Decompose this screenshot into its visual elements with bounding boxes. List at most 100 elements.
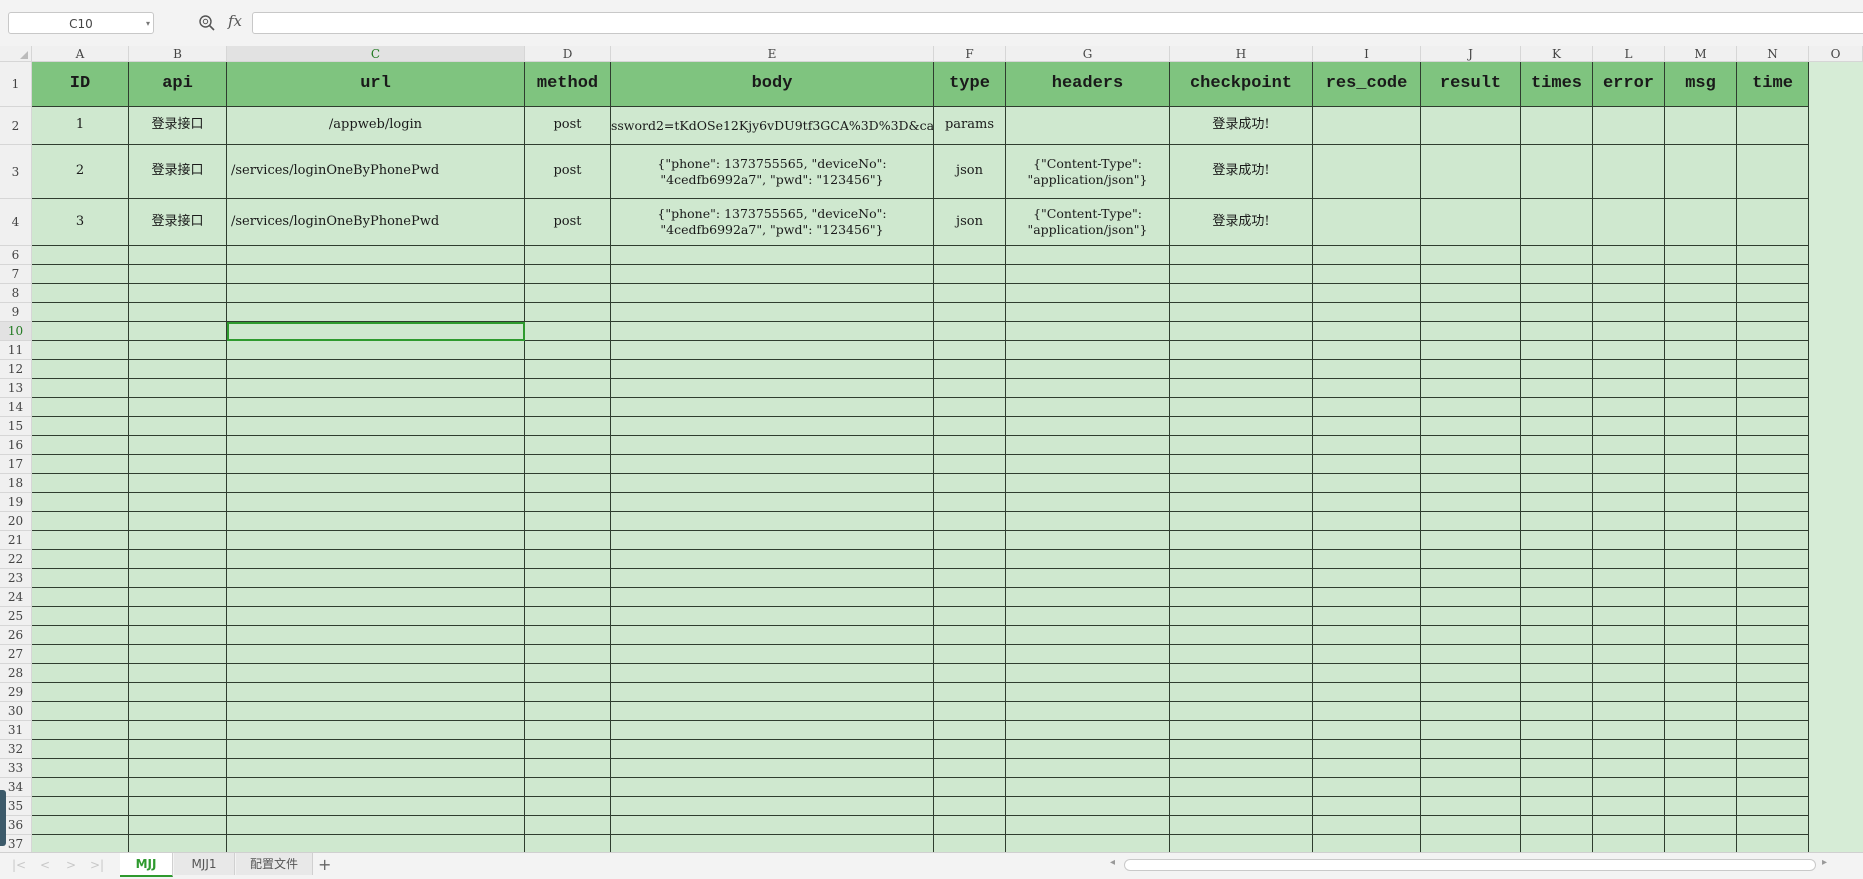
table-cell[interactable] — [1170, 740, 1313, 759]
table-cell[interactable]: json — [934, 145, 1006, 199]
table-cell[interactable] — [129, 379, 227, 398]
table-cell[interactable] — [1665, 759, 1737, 778]
table-cell[interactable] — [1665, 303, 1737, 322]
table-cell[interactable] — [1421, 588, 1521, 607]
table-cell[interactable] — [934, 569, 1006, 588]
table-cell[interactable] — [1593, 417, 1665, 436]
table-cell[interactable] — [1521, 588, 1593, 607]
table-cell[interactable] — [611, 550, 934, 569]
table-cell[interactable] — [1170, 265, 1313, 284]
table-cell[interactable] — [32, 417, 129, 436]
row-header-22[interactable]: 22 — [0, 550, 32, 569]
table-cell[interactable] — [611, 398, 934, 417]
column-title-result[interactable]: result — [1421, 62, 1521, 107]
table-cell[interactable] — [1737, 398, 1809, 417]
table-cell[interactable] — [611, 778, 934, 797]
table-cell[interactable] — [227, 246, 525, 265]
table-cell[interactable] — [1593, 398, 1665, 417]
table-cell[interactable] — [1421, 759, 1521, 778]
table-cell[interactable] — [32, 626, 129, 645]
table-cell[interactable]: 登录成功! — [1170, 145, 1313, 199]
table-cell[interactable] — [1313, 588, 1421, 607]
table-cell[interactable] — [1665, 816, 1737, 835]
table-cell[interactable] — [1665, 797, 1737, 816]
table-cell[interactable] — [1170, 607, 1313, 626]
table-cell[interactable] — [129, 721, 227, 740]
table-cell[interactable] — [1665, 360, 1737, 379]
table-cell[interactable] — [1737, 417, 1809, 436]
table-cell[interactable] — [611, 284, 934, 303]
table-cell[interactable]: {"phone": 1373755565, "deviceNo": "4cedf… — [611, 145, 934, 199]
table-cell[interactable] — [1006, 417, 1170, 436]
table-cell[interactable] — [129, 664, 227, 683]
table-cell[interactable] — [1593, 436, 1665, 455]
table-cell[interactable] — [1521, 417, 1593, 436]
table-cell[interactable] — [227, 740, 525, 759]
table-cell[interactable] — [1421, 246, 1521, 265]
table-cell[interactable] — [1006, 455, 1170, 474]
table-cell[interactable] — [934, 721, 1006, 740]
table-cell[interactable] — [1170, 797, 1313, 816]
table-cell[interactable] — [227, 284, 525, 303]
table-cell[interactable] — [1006, 379, 1170, 398]
sheet-tab-mjj1[interactable]: MJJ1 — [174, 853, 235, 875]
table-cell[interactable] — [1593, 455, 1665, 474]
table-cell[interactable] — [1521, 265, 1593, 284]
table-cell[interactable] — [611, 322, 934, 341]
table-cell[interactable] — [934, 588, 1006, 607]
table-cell[interactable] — [934, 835, 1006, 852]
table-cell[interactable] — [1665, 607, 1737, 626]
table-cell[interactable] — [129, 531, 227, 550]
table-cell[interactable] — [129, 778, 227, 797]
table-cell[interactable] — [1737, 835, 1809, 852]
table-cell[interactable] — [1006, 664, 1170, 683]
table-cell[interactable] — [1313, 265, 1421, 284]
table-cell[interactable] — [525, 702, 611, 721]
table-cell[interactable] — [1006, 683, 1170, 702]
column-header-e[interactable]: E — [611, 46, 934, 62]
table-cell[interactable] — [1313, 816, 1421, 835]
table-cell[interactable] — [1593, 835, 1665, 852]
table-cell[interactable] — [1665, 531, 1737, 550]
table-cell[interactable] — [1170, 303, 1313, 322]
table-cell[interactable] — [1421, 645, 1521, 664]
table-cell[interactable] — [1665, 493, 1737, 512]
table-cell[interactable] — [611, 797, 934, 816]
table-cell[interactable] — [1593, 145, 1665, 199]
table-cell[interactable] — [1593, 550, 1665, 569]
table-cell[interactable] — [1593, 303, 1665, 322]
table-cell[interactable] — [129, 436, 227, 455]
table-cell[interactable] — [1737, 246, 1809, 265]
table-cell[interactable] — [1313, 664, 1421, 683]
table-cell[interactable] — [227, 835, 525, 852]
table-cell[interactable] — [611, 645, 934, 664]
table-cell[interactable] — [934, 512, 1006, 531]
table-cell[interactable]: /appweb/login — [227, 107, 525, 145]
table-cell[interactable]: 登录成功! — [1170, 107, 1313, 145]
table-cell[interactable] — [227, 531, 525, 550]
table-cell[interactable] — [32, 740, 129, 759]
column-header-g[interactable]: G — [1006, 46, 1170, 62]
table-cell[interactable] — [611, 664, 934, 683]
table-cell[interactable] — [1737, 493, 1809, 512]
table-cell[interactable] — [227, 512, 525, 531]
table-cell[interactable]: /services/loginOneByPhonePwd — [227, 145, 525, 199]
table-cell[interactable] — [32, 550, 129, 569]
table-cell[interactable] — [934, 550, 1006, 569]
table-cell[interactable] — [227, 398, 525, 417]
table-cell[interactable] — [611, 816, 934, 835]
column-header-m[interactable]: M — [1665, 46, 1737, 62]
table-cell[interactable] — [227, 721, 525, 740]
table-cell[interactable] — [1593, 664, 1665, 683]
table-cell[interactable] — [32, 303, 129, 322]
table-cell[interactable] — [32, 797, 129, 816]
table-cell[interactable] — [32, 835, 129, 852]
table-cell[interactable] — [227, 474, 525, 493]
table-cell[interactable] — [1421, 474, 1521, 493]
table-cell[interactable] — [1170, 436, 1313, 455]
scroll-right-icon[interactable]: ▸ — [1822, 857, 1827, 868]
row-header-9[interactable]: 9 — [0, 303, 32, 322]
table-cell[interactable] — [1521, 436, 1593, 455]
table-cell[interactable] — [934, 265, 1006, 284]
table-cell[interactable] — [1737, 360, 1809, 379]
